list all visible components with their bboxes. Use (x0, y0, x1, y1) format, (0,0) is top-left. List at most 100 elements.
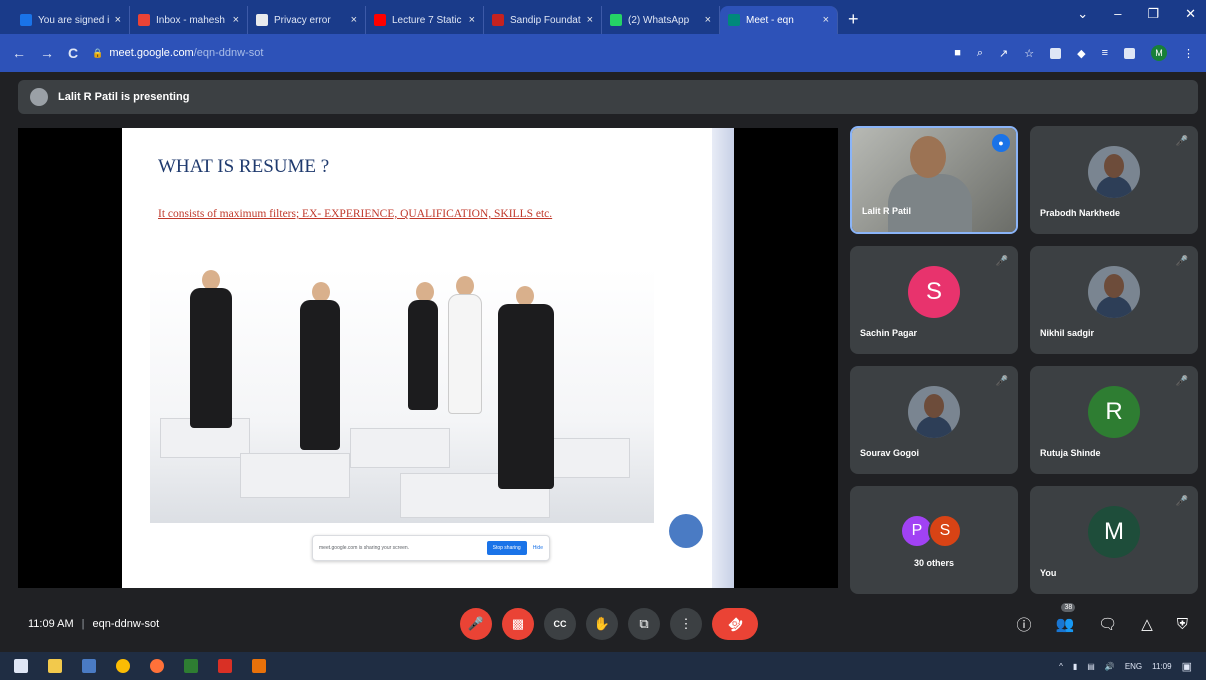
participant-tile[interactable]: 🎤 Prabodh Narkhede (1030, 126, 1198, 234)
extension-icon[interactable] (1050, 47, 1062, 59)
people-button[interactable]: 👥 38 (1055, 603, 1076, 633)
hide-notice-button[interactable]: Hide (533, 545, 543, 551)
puzzle-block (240, 453, 350, 498)
raise-hand-button[interactable]: ✋ (586, 608, 618, 640)
minimize-button[interactable]: – (1114, 6, 1121, 22)
person-figure (190, 288, 232, 428)
mic-muted-icon: 🎤 (995, 376, 1008, 387)
browser-menu-icon[interactable]: ⋮ (1183, 47, 1194, 60)
tab-close-icon[interactable]: × (823, 14, 829, 26)
browser-tab[interactable]: (2) WhatsApp × (602, 6, 720, 34)
close-window-button[interactable]: ✕ (1185, 6, 1196, 22)
new-tab-button[interactable]: + (848, 6, 859, 34)
person-head (516, 286, 534, 306)
others-avatars: PS (900, 514, 962, 548)
forward-button[interactable]: → (40, 45, 54, 61)
extensions-puzzle-icon[interactable]: ◆ (1077, 47, 1085, 60)
chat-icon: 🗨 (1098, 616, 1118, 633)
browser-tab[interactable]: Meet - eqn × (720, 6, 838, 34)
puzzle-block (350, 428, 450, 468)
meeting-info-separator: | (81, 618, 85, 630)
participant-tile[interactable]: 🎤 Nikhil sadgir (1030, 246, 1198, 354)
camera-toggle-button[interactable]: ▩ (502, 608, 534, 640)
participant-tile[interactable]: 🎤 Sourav Gogoi (850, 366, 1018, 474)
others-avatar: S (928, 514, 962, 548)
participant-name: Nikhil sadgir (1040, 328, 1095, 338)
activities-button[interactable]: △ (1141, 615, 1153, 633)
meeting-details-button[interactable]: ⓘ (1016, 614, 1031, 635)
participant-photo-avatar (1088, 266, 1140, 318)
reload-button[interactable]: C (68, 45, 78, 61)
participant-initial-avatar: R (1088, 386, 1140, 438)
app-icon[interactable] (184, 659, 198, 673)
participant-tile[interactable]: ● Lalit R Patil (850, 126, 1018, 234)
tab-search-icon[interactable]: ⌄ (1077, 6, 1088, 22)
participant-tile[interactable]: P S 30 others (850, 486, 1018, 594)
tab-close-icon[interactable]: × (705, 14, 711, 26)
person-head (416, 282, 434, 302)
restore-button[interactable]: ❐ (1147, 6, 1159, 22)
back-button[interactable]: ← (12, 45, 26, 61)
more-options-button[interactable]: ⋮ (670, 608, 702, 640)
tray-overflow-icon[interactable]: ^ (1059, 662, 1063, 671)
notifications-icon[interactable]: ▣ (1182, 660, 1192, 673)
toolbar-icons: ■ ⌕ ↗ ☆ ◆ ≡ M ⋮ (954, 45, 1194, 61)
tab-close-icon[interactable]: × (469, 14, 475, 26)
reading-list-icon[interactable]: ≡ (1102, 47, 1108, 59)
captions-button[interactable]: CC (544, 608, 576, 640)
tab-close-icon[interactable]: × (587, 14, 593, 26)
avatar-head (1104, 154, 1124, 178)
side-panel-icon[interactable] (1124, 47, 1135, 59)
participant-initial-avatar: S (908, 266, 960, 318)
participant-tile[interactable]: S 🎤 Sachin Pagar (850, 246, 1018, 354)
windows-start-icon[interactable] (14, 659, 28, 673)
lock-icon: 🔒 (92, 47, 104, 58)
url-field[interactable]: 🔒 meet.google.com/eqn-ddnw-sot (92, 41, 940, 65)
language-indicator[interactable]: ENG (1125, 662, 1142, 671)
browser-tab[interactable]: Inbox - mahesh × (130, 6, 248, 34)
stop-sharing-button[interactable]: Stop sharing (486, 541, 527, 555)
firefox-icon[interactable] (150, 659, 164, 673)
office-icon[interactable] (252, 659, 266, 673)
battery-icon: ▮ (1072, 661, 1078, 671)
participant-photo-avatar (1088, 146, 1140, 198)
browser-tab[interactable]: Lecture 7 Static × (366, 6, 484, 34)
mic-toggle-button[interactable]: 🎤 (460, 608, 492, 640)
tab-favicon-icon (20, 14, 32, 26)
chrome-icon[interactable] (116, 659, 130, 673)
pdf-reader-icon[interactable] (218, 659, 232, 673)
file-explorer-icon[interactable] (48, 659, 62, 673)
browser-tab[interactable]: You are signed i × (12, 6, 130, 34)
mic-muted-icon: 🎤 (1175, 256, 1188, 267)
person-head (456, 276, 474, 296)
end-call-button[interactable]: ☎ (712, 608, 758, 640)
mic-off-icon: 🎤 (467, 616, 485, 631)
bookmark-star-icon[interactable]: ☆ (1024, 47, 1034, 60)
store-icon[interactable] (82, 659, 96, 673)
tab-close-icon[interactable]: × (115, 14, 121, 26)
camera-permission-icon[interactable]: ■ (954, 47, 961, 59)
profile-avatar[interactable]: M (1151, 45, 1167, 61)
present-button[interactable]: ⧉ (628, 608, 660, 640)
more-icon: ⋮ (679, 616, 693, 631)
participant-tile[interactable]: M 🎤 You (1030, 486, 1198, 594)
tab-close-icon[interactable]: × (351, 14, 357, 26)
avatar-head (924, 394, 944, 418)
volume-icon[interactable]: 🔊 (1105, 662, 1115, 671)
participant-tile[interactable]: R 🎤 Rutuja Shinde (1030, 366, 1198, 474)
browser-tab[interactable]: Sandip Foundati × (484, 6, 602, 34)
host-controls-button[interactable]: ⛨ (1177, 616, 1188, 633)
slide-side-band (712, 128, 734, 588)
share-icon[interactable]: ↗ (999, 47, 1008, 60)
browser-tab[interactable]: Privacy error × (248, 6, 366, 34)
call-controls: 🎤 ▩ CC ✋ ⧉ ⋮ ☎ (460, 608, 758, 640)
clock[interactable]: 11:09 (1152, 662, 1171, 671)
participant-photo-avatar (908, 386, 960, 438)
shield-icon: ⛨ (1176, 615, 1188, 633)
participant-name: Sourav Gogoi (860, 448, 920, 458)
tab-favicon-icon (256, 14, 268, 26)
zoom-icon[interactable]: ⌕ (977, 47, 983, 60)
participant-initial-avatar: M (1088, 506, 1140, 558)
chat-button[interactable]: 🗨 (1098, 615, 1117, 633)
tab-close-icon[interactable]: × (233, 14, 239, 26)
